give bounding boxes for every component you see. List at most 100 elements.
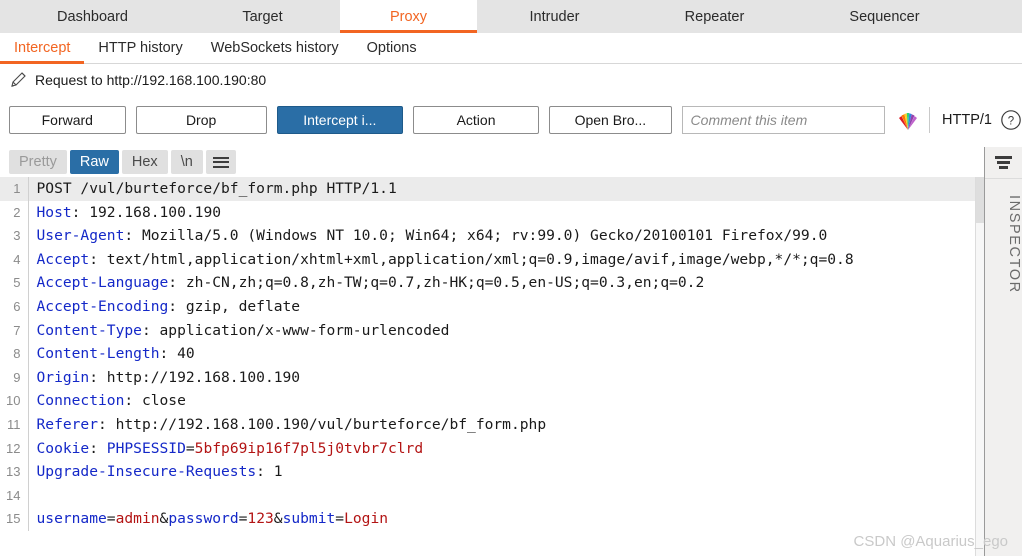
code-line: 2 Host: 192.168.100.190 xyxy=(0,200,975,225)
watermark-text: CSDN @Aquarius_ego xyxy=(853,533,1008,550)
line-content: User-Agent: Mozilla/5.0 (Windows NT 10.0… xyxy=(28,224,975,248)
code-segment: : close xyxy=(124,392,186,410)
request-target-text: Request to http://192.168.100.190:80 xyxy=(35,72,267,88)
editor-tab-pretty[interactable]: Pretty xyxy=(9,150,67,174)
code-segment: Host xyxy=(36,203,72,221)
inspector-label: INSPECTOR xyxy=(1006,195,1022,294)
code-segment: Origin xyxy=(36,368,90,386)
code-line: 5 Accept-Language: zh-CN,zh;q=0.8,zh-TW;q… xyxy=(0,271,975,295)
code-line: 15 username=admin&password=123&submit=Log… xyxy=(0,507,975,531)
line-content: username=admin&password=123&submit=Login xyxy=(28,507,975,531)
code-segment: POST /vul/burteforce/bf_form.php HTTP/1.… xyxy=(36,180,397,197)
main-tab-repeater[interactable]: Repeater xyxy=(632,0,797,33)
line-number: 10 xyxy=(0,389,29,413)
code-line: 10 Connection: close xyxy=(0,389,975,413)
code-segment: Accept-Encoding xyxy=(36,297,169,315)
inspector-icon-box[interactable] xyxy=(985,147,1022,179)
line-content: POST /vul/burteforce/bf_form.php HTTP/1.… xyxy=(28,177,975,201)
code-segment: PHPSESSID xyxy=(106,439,186,457)
forward-button[interactable]: Forward xyxy=(9,106,126,134)
code-segment: : application/x-www-form-urlencoded xyxy=(141,321,450,339)
code-segment: : http://192.168.100.190 xyxy=(89,368,301,386)
code-segment: & xyxy=(273,510,283,528)
line-number: 4 xyxy=(0,247,29,272)
toolbar-divider xyxy=(929,107,931,133)
sub-tab-intercept[interactable]: Intercept xyxy=(0,33,85,64)
main-tab-target[interactable]: Target xyxy=(185,0,340,33)
code-segment: : http://192.168.100.190/vul/burteforce/… xyxy=(98,415,547,433)
editor-tab-raw[interactable]: Raw xyxy=(69,150,119,174)
main-tab-bar: Dashboard Target Proxy Intruder Repeater Sequ… xyxy=(0,0,1022,33)
code-segment: Upgrade-Insecure-Requests xyxy=(36,463,257,481)
line-number: 13 xyxy=(0,460,29,484)
sub-tab-websockets-history[interactable]: WebSockets history xyxy=(197,33,353,63)
code-line: 14 xyxy=(0,483,975,508)
line-content: Cookie: PHPSESSID=5bfp69ip16f7pl5j0tvbr7… xyxy=(28,437,975,461)
main-tab-proxy[interactable]: Proxy xyxy=(340,0,477,33)
request-code-table: 1 POST /vul/burteforce/bf_form.php HTTP/1… xyxy=(0,177,975,531)
comment-input[interactable]: Comment this item xyxy=(681,106,886,134)
code-segment: & xyxy=(159,510,169,528)
code-segment: Cookie xyxy=(36,439,90,457)
line-number: 15 xyxy=(0,507,29,531)
code-line: 12 Cookie: PHPSESSID=5bfp69ip16f7pl5j0tvb… xyxy=(0,436,975,461)
main-tab-dashboard[interactable]: Dashboard xyxy=(0,0,185,33)
editor-tab-hex[interactable]: Hex xyxy=(121,150,168,174)
code-line: 3 User-Agent: Mozilla/5.0 (Windows NT 10.… xyxy=(0,224,975,248)
line-content: Origin: http://192.168.100.190 xyxy=(28,366,975,390)
code-line: 11 Referer: http://192.168.100.190/vul/bu… xyxy=(0,412,975,437)
help-circle-icon[interactable]: ? xyxy=(1000,109,1022,131)
code-segment: : 192.168.100.190 xyxy=(71,203,222,221)
code-segment: : Mozilla/5.0 (Windows NT 10.0; Win64; x… xyxy=(124,227,828,245)
code-segment: Content-Length xyxy=(36,345,160,363)
rainbow-fan-icon[interactable] xyxy=(895,107,921,133)
line-content: Accept-Encoding: gzip, deflate xyxy=(28,295,975,319)
action-button[interactable]: Action xyxy=(412,106,540,134)
sub-tab-http-history[interactable]: HTTP history xyxy=(84,33,196,63)
editor-tab-n[interactable]: \n xyxy=(170,150,203,174)
sub-tab-options[interactable]: Options xyxy=(353,33,431,63)
line-content: Host: 192.168.100.190 xyxy=(28,201,975,225)
line-number: 5 xyxy=(0,271,29,295)
line-number: 6 xyxy=(0,294,29,319)
inspector-panel-rail[interactable]: INSPECTOR xyxy=(984,147,1022,556)
comment-placeholder: Comment this item xyxy=(690,112,808,128)
main-tab-sequencer[interactable]: Sequencer xyxy=(797,0,972,33)
line-number: 12 xyxy=(0,436,29,461)
code-segment: Login xyxy=(344,510,389,528)
editor-menu-button[interactable] xyxy=(205,150,236,174)
code-segment: 123 xyxy=(247,510,274,528)
inspector-lines-icon xyxy=(995,154,1012,171)
code-segment: : zh-CN,zh;q=0.8,zh-TW;q=0.7,zh-HK;q=0.5… xyxy=(168,274,705,292)
code-segment: username xyxy=(36,510,107,528)
line-content: Content-Length: 40 xyxy=(28,342,975,366)
line-content: Connection: close xyxy=(28,389,975,413)
code-line: 13 Upgrade-Insecure-Requests: 1 xyxy=(0,460,975,484)
code-segment: : 40 xyxy=(159,345,195,363)
line-content: Upgrade-Insecure-Requests: 1 xyxy=(28,460,975,484)
code-segment: submit xyxy=(282,510,336,528)
pencil-icon xyxy=(11,72,26,87)
code-segment: Accept xyxy=(36,250,90,268)
line-number: 1 xyxy=(0,177,29,201)
code-line: 1 POST /vul/burteforce/bf_form.php HTTP/1… xyxy=(0,177,975,201)
line-content xyxy=(28,484,975,508)
http-version-label: HTTP/1 xyxy=(942,112,992,128)
line-content: Accept: text/html,application/xhtml+xml,… xyxy=(28,248,975,272)
raw-request-editor[interactable]: 1 POST /vul/burteforce/bf_form.php HTTP/1… xyxy=(0,177,975,556)
drop-button[interactable]: Drop xyxy=(135,106,267,134)
editor-vertical-scrollbar[interactable] xyxy=(975,177,985,556)
line-number: 7 xyxy=(0,318,29,343)
code-line: 6 Accept-Encoding: gzip, deflate xyxy=(0,294,975,319)
code-segment: 5bfp69ip16f7pl5j0tvbr7clrd xyxy=(194,439,424,457)
code-segment: = xyxy=(106,510,116,528)
line-number: 11 xyxy=(0,412,29,437)
intercept-toggle-button[interactable]: Intercept i... xyxy=(276,106,403,134)
open-browser-button[interactable]: Open Bro... xyxy=(549,106,672,134)
code-segment: Accept-Language xyxy=(36,274,169,292)
line-number: 9 xyxy=(0,365,29,390)
main-tab-intruder[interactable]: Intruder xyxy=(477,0,632,33)
code-segment: = xyxy=(335,510,345,528)
code-segment: Content-Type xyxy=(36,321,142,339)
request-info-bar: Request to http://192.168.100.190:80 xyxy=(0,65,1022,95)
